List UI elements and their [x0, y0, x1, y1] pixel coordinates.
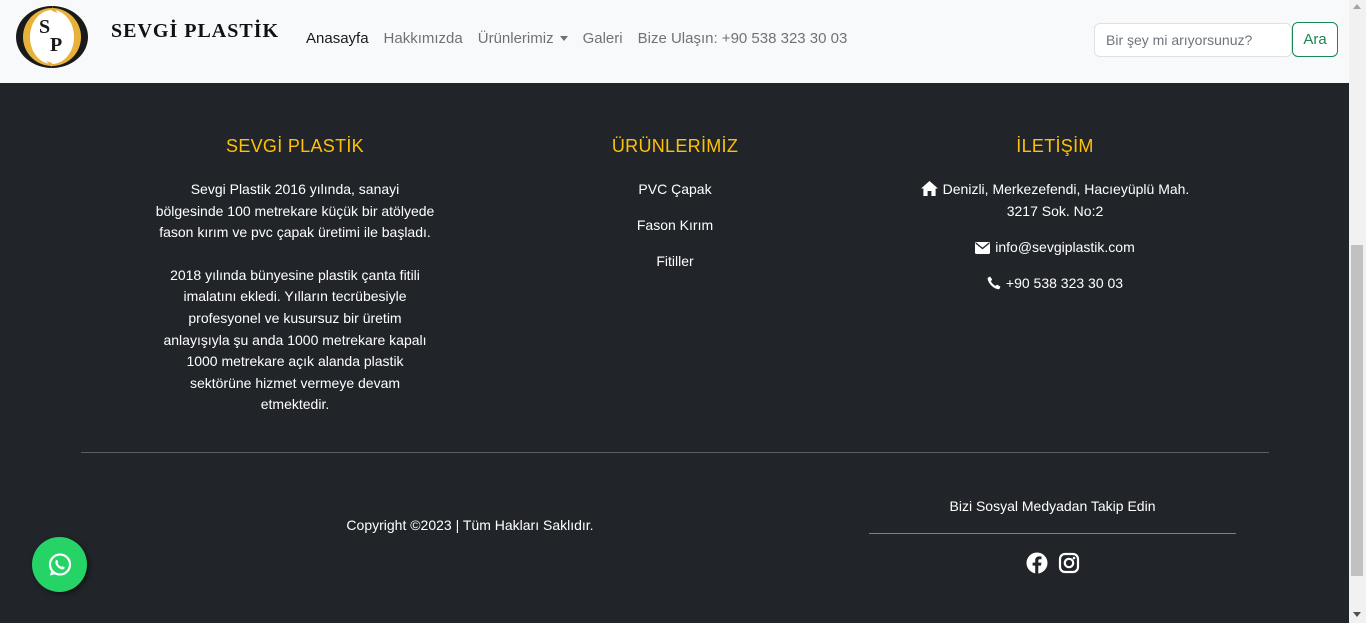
whatsapp-button[interactable] — [32, 537, 87, 592]
main-nav: Anasayfa Hakkımızda Ürünlerimiz Galeri B… — [306, 30, 862, 47]
nav-item-contact[interactable]: Bize Ulaşın: +90 538 323 30 03 — [638, 30, 848, 47]
social-divider — [869, 533, 1236, 534]
footer-products: ÜRÜNLERİMİZ PVC Çapak Fason Kırım Fitill… — [535, 135, 815, 287]
contact-address-text: Denizli, Merkezefendi, Hacıeyüplü Mah. 3… — [942, 181, 1190, 219]
footer-about: SEVGİ PLASTİK Sevgi Plastik 2016 yılında… — [155, 135, 435, 437]
envelope-icon — [975, 241, 991, 254]
product-link-fitiller[interactable]: Fitiller — [535, 251, 815, 273]
about-title: SEVGİ PLASTİK — [226, 136, 364, 156]
nav-item-label: Galeri — [582, 30, 623, 47]
footer-divider — [81, 452, 1269, 453]
product-link-fason[interactable]: Fason Kırım — [535, 215, 815, 237]
footer-contact: İLETİŞİM Denizli, Merkezefendi, Hacıeyüp… — [905, 135, 1205, 309]
contact-email-text: info@sevgiplastik.com — [995, 238, 1135, 255]
product-link-pvc[interactable]: PVC Çapak — [535, 179, 815, 201]
nav-item-label: Hakkımızda — [383, 30, 463, 47]
navbar: S P SEVGİ PLASTİK Anasayfa Hakkımızda Ür… — [0, 0, 1349, 83]
contact-phone-text: +90 538 323 30 03 — [1005, 274, 1124, 291]
nav-item-gallery[interactable]: Galeri — [583, 30, 623, 47]
nav-item-products-dropdown[interactable]: Ürünlerimiz — [478, 30, 568, 47]
contact-phone[interactable]: +90 538 323 30 03 — [905, 273, 1205, 295]
search-input[interactable] — [1094, 23, 1292, 57]
page: S P SEVGİ PLASTİK Anasayfa Hakkımızda Ür… — [0, 0, 1349, 623]
copyright-text: Copyright ©2023 | Tüm Hakları Saklıdır. — [346, 517, 594, 533]
phone-icon — [987, 276, 1001, 289]
contact-email[interactable]: info@sevgiplastik.com — [905, 237, 1205, 259]
svg-text:S: S — [39, 16, 50, 38]
svg-text:P: P — [50, 34, 62, 56]
search-button[interactable]: Ara — [1292, 22, 1338, 57]
scrollbar-thumb[interactable] — [1351, 245, 1363, 576]
brand-name[interactable]: SEVGİ PLASTİK — [111, 20, 279, 43]
nav-item-about[interactable]: Hakkımızda — [384, 30, 463, 47]
contact-title: İLETİŞİM — [1016, 136, 1094, 156]
page-scrollbar[interactable] — [1349, 0, 1366, 623]
brand-logo[interactable]: S P — [12, 3, 92, 71]
facebook-icon[interactable] — [1026, 552, 1048, 574]
nav-item-label: Ürünlerimiz — [477, 30, 554, 47]
home-icon — [920, 181, 938, 196]
contact-address: Denizli, Merkezefendi, Hacıeyüplü Mah. 3… — [905, 179, 1205, 222]
scroll-up-arrow-icon[interactable] — [1353, 4, 1361, 9]
nav-item-home[interactable]: Anasayfa — [306, 30, 369, 47]
instagram-icon[interactable] — [1058, 552, 1080, 574]
nav-item-label: Anasayfa — [306, 30, 369, 47]
caret-down-icon — [559, 36, 568, 41]
scroll-down-arrow-icon[interactable] — [1353, 612, 1361, 617]
nav-item-label: Bize Ulaşın: +90 538 323 30 03 — [637, 30, 848, 47]
social-icons — [1026, 552, 1080, 574]
about-paragraph-2: 2018 yılında bünyesine plastik çanta fit… — [163, 266, 427, 413]
products-title: ÜRÜNLERİMİZ — [611, 136, 739, 156]
about-paragraph-1: Sevgi Plastik 2016 yılında, sanayi bölge… — [155, 181, 435, 241]
whatsapp-icon — [48, 552, 71, 576]
social-title: Bizi Sosyal Medyadan Takip Edin — [949, 498, 1156, 514]
